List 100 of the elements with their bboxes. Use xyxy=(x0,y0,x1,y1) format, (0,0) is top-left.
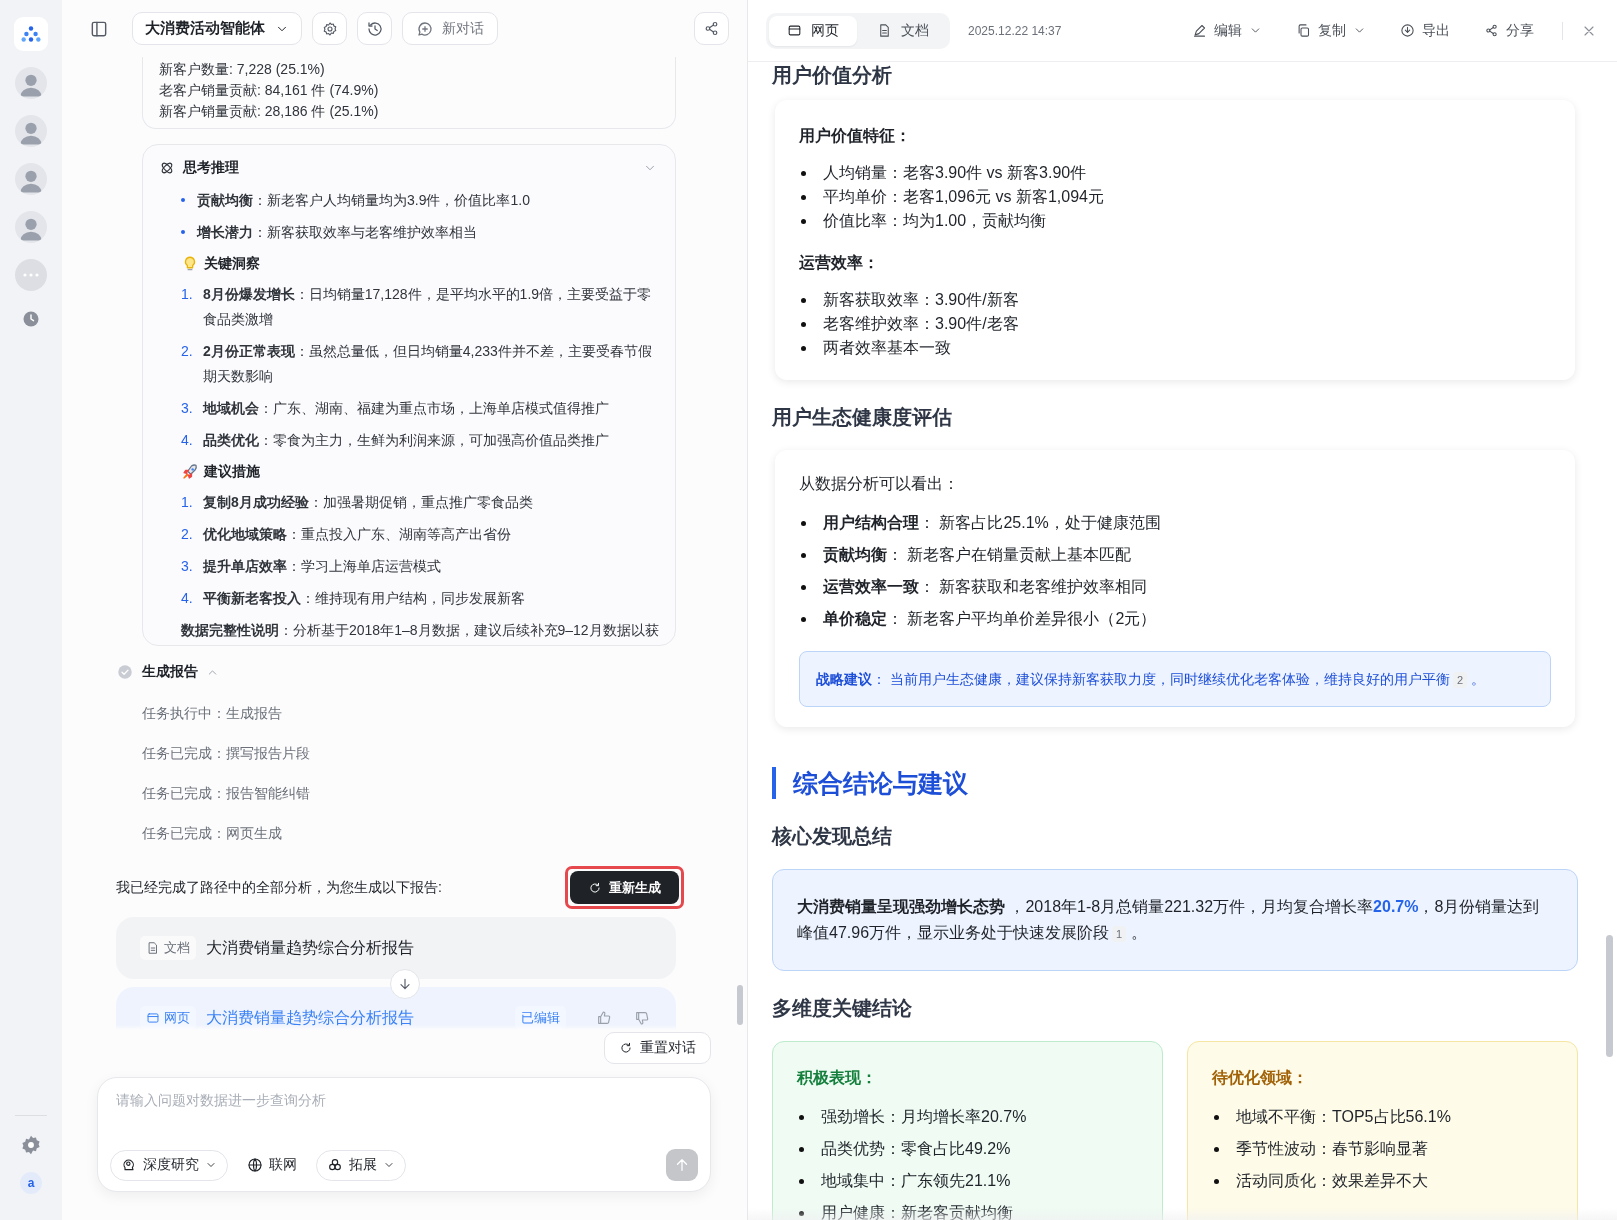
list-item-text: 平均单价：老客1,096元 vs 新客1,094元 xyxy=(823,187,1104,207)
copy-icon xyxy=(1296,23,1311,38)
report-card[interactable]: 网页 大消费销量趋势综合分析报告 已编辑 xyxy=(116,987,676,1030)
section-heading: 核心发现总结 xyxy=(772,824,893,849)
chat-input[interactable]: 请输入问题对数据进一步查询分析 深度研究 联网 拓展 xyxy=(97,1077,711,1192)
settings-button[interactable] xyxy=(312,12,347,45)
step-title: 生成报告 xyxy=(142,663,198,681)
history-icon xyxy=(365,19,384,38)
agent-selector[interactable]: 大消费活动智能体 xyxy=(132,12,302,45)
thumbs-up-icon xyxy=(596,1010,612,1026)
history-icon[interactable] xyxy=(21,309,41,329)
list-item-text: 活动同质化：效果差异不大 xyxy=(1236,1171,1428,1191)
task-status: 任务已完成：报告智能纠错 xyxy=(142,784,311,803)
report-title: 大消费销量趋势综合分析报告 xyxy=(206,937,414,958)
list-item-text: 地域集中：广东领先21.1% xyxy=(821,1171,1011,1191)
bullet-dot xyxy=(799,1115,804,1120)
user-avatar[interactable]: a xyxy=(20,1172,42,1194)
bullet-dot xyxy=(801,585,806,590)
agent-avatar[interactable] xyxy=(15,163,47,195)
view-tab[interactable]: 网页 xyxy=(769,15,857,46)
more-button[interactable] xyxy=(15,259,47,291)
view-tab[interactable]: 文档 xyxy=(859,15,947,46)
atom-icon xyxy=(159,160,175,176)
list-number: 2. xyxy=(181,342,194,361)
list-item-text: 运营效率一致： 新客获取和老客维护效率相同 xyxy=(823,577,1148,597)
timestamp: 2025.12.22 14:37 xyxy=(968,23,1062,38)
list-item-text: 老客维护效率：3.90件/老客 xyxy=(823,314,1019,334)
list-item-text: 用户结构合理： 新客占比25.1%，处于健康范围 xyxy=(823,513,1161,533)
input-tool-button[interactable]: 深度研究 xyxy=(110,1149,228,1181)
list-number: 4. xyxy=(181,431,194,450)
toolbar-button[interactable]: 复制 xyxy=(1282,21,1380,40)
bullet-dot xyxy=(801,195,806,200)
refresh-icon xyxy=(588,880,602,895)
list-item-text: 贡献均衡： 新老客户在销量贡献上基本匹配 xyxy=(823,545,1132,566)
reasoning-title: 思考推理 xyxy=(183,159,239,177)
list-text: 地域机会：广东、湖南、福建为重点市场，上海单店模式值得推广 xyxy=(203,399,610,418)
app-logo[interactable] xyxy=(14,17,48,51)
card-title: 积极表现： xyxy=(797,1068,878,1088)
document-icon xyxy=(146,941,160,955)
settings-icon[interactable] xyxy=(20,1134,42,1156)
agent-avatar[interactable] xyxy=(15,115,47,147)
bullet-dot xyxy=(801,322,806,327)
group-title: 用户价值特征： xyxy=(799,126,912,146)
scrollbar-thumb[interactable] xyxy=(1606,935,1613,1057)
list-item-text: 人均销量：老客3.90件 vs 新客3.90件 xyxy=(823,163,1087,183)
input-tool-button[interactable]: 拓展 xyxy=(316,1149,406,1181)
task-status: 任务已完成：网页生成 xyxy=(142,824,283,843)
list-text: 2月份正常表现：虽然总量低，但日均销量4,233件并不差，主要受春节假期天数影响 xyxy=(203,342,653,386)
check-circle-icon xyxy=(116,663,134,681)
chat-plus-icon xyxy=(416,19,434,38)
task-status: 任务执行中：生成报告 xyxy=(142,704,283,723)
agent-avatar[interactable] xyxy=(15,211,47,243)
report-card[interactable]: 文档 大消费销量趋势综合分析报告 xyxy=(116,917,676,979)
list-text: 8月份爆发增长：日均销量17,128件，是平均水平的1.9倍，主要受益于零食品类激增 xyxy=(203,285,653,329)
suggestion-callout: 战略建议： 当前用户生态健康，建议保持新客获取力度，同时继续优化老客体验，维持良好的用户平衡 2 。 xyxy=(799,651,1551,707)
bullet-dot xyxy=(801,219,806,224)
logo-icon xyxy=(20,23,42,45)
new-chat-button[interactable]: 新对话 xyxy=(402,12,498,45)
bullet-dot xyxy=(799,1179,804,1184)
data-line: 新客户销量贡献: 28,186 件 (25.1%) xyxy=(159,102,380,121)
share-icon xyxy=(1484,23,1499,38)
section-heading: 建议措施 xyxy=(204,463,260,481)
list-item-text: 品类优势：零食占比49.2% xyxy=(821,1139,1011,1159)
circles-icon xyxy=(327,1157,343,1173)
list-number: 2. xyxy=(181,525,194,544)
type-tag: 文档 xyxy=(140,936,196,960)
scrollbar-thumb[interactable] xyxy=(737,985,743,1025)
list-item-text: 强劲增长：月均增长率20.7% xyxy=(821,1107,1027,1127)
settings-icon xyxy=(321,20,338,37)
pen-icon xyxy=(1192,23,1207,38)
bullet-dot xyxy=(799,1211,804,1216)
bullet-text: 贡献均衡：新老客户人均销量均为3.9件，价值比率1.0 xyxy=(197,191,530,210)
section-heading: 多维度关键结论 xyxy=(772,996,913,1021)
toolbar-button[interactable]: 导出 xyxy=(1386,21,1464,40)
reset-chat-button[interactable]: 重置对话 xyxy=(604,1032,711,1064)
browser-window-icon xyxy=(146,1011,160,1025)
bullet-dot xyxy=(801,171,806,176)
toolbar-button[interactable]: 分享 xyxy=(1470,21,1548,40)
history-button[interactable] xyxy=(357,12,392,45)
share-button[interactable] xyxy=(694,12,729,45)
section-heading: 关键洞察 xyxy=(204,255,260,273)
section-heading: 用户价值分析 xyxy=(772,63,893,88)
list-item-text: 季节性波动：春节影响显著 xyxy=(1236,1139,1428,1159)
bullet-dot xyxy=(1214,1115,1219,1120)
reply-text: 我已经完成了路径中的全部分析，为您生成以下报告: xyxy=(116,878,442,897)
brain-icon xyxy=(121,1157,137,1173)
regenerate-button[interactable]: 重新生成 xyxy=(570,871,679,904)
chapter-heading: 综合结论与建议 xyxy=(772,767,1578,799)
bullet-text: 增长潜力：新客获取效率与老客维护效率相当 xyxy=(197,223,477,242)
summary-callout: 大消费销量呈现强劲增长态势 ，2018年1-8月总销量221.32万件，月均复合增长率20.7%，8月份销量达到峰值47.96万件，显示业务处于快速发展阶段 1 。 xyxy=(772,869,1578,971)
toolbar-button[interactable]: 编辑 xyxy=(1178,21,1276,40)
group-title: 运营效率： xyxy=(799,253,880,273)
intro-text: 从数据分析可以看出： xyxy=(799,474,960,494)
agent-avatar[interactable] xyxy=(15,67,47,99)
list-text: 复制8月成功经验：加强暑期促销，重点推广零食品类 xyxy=(203,493,534,512)
download-icon xyxy=(1400,23,1415,38)
list-text: 提升单店效率：学习上海单店运营模式 xyxy=(203,557,442,576)
data-line: 新客户数量: 7,228 (25.1%) xyxy=(159,60,326,79)
document-icon xyxy=(877,23,892,38)
list-number: 3. xyxy=(181,557,194,576)
